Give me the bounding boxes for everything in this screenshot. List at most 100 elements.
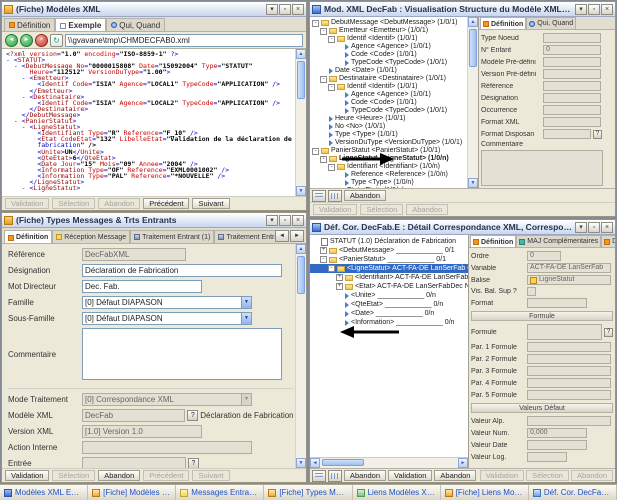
scroll-up-icon[interactable]: ▲ (468, 17, 478, 27)
tree-node-heure-heure-1-0-1[interactable]: Heure <Heure> (1/0/1) (310, 115, 467, 123)
tree-node-qteetat-0-n[interactable]: <QteEtat> ____________ 0/n (310, 300, 468, 309)
tree-horizontal-scrollbar[interactable]: ◄ ► (310, 457, 468, 468)
tree-collapse-icon[interactable]: - (328, 164, 335, 171)
panel-menu-button[interactable]: ▾ (575, 222, 587, 233)
tab-maj-complementaires[interactable]: MAJ Complémentaires (516, 235, 601, 247)
tree-node-versiondutype-versiondutype-1-0-1[interactable]: VersionDuType <VersionDuType> (1/0/1) (310, 139, 467, 147)
tree-collapse-icon[interactable]: - (328, 84, 335, 91)
form-vertical-scrollbar[interactable]: ▲ ▼ (295, 244, 306, 468)
validation-button[interactable]: Validation (388, 470, 432, 481)
tree-collapse-icon[interactable]: - (328, 36, 335, 43)
tree-expand-icon[interactable]: + (336, 274, 343, 281)
scrollbar-track[interactable] (320, 458, 458, 468)
field-commentaire[interactable] (82, 328, 282, 380)
tree-node-statut-1-0-declaration-de-fabrication[interactable]: STATUT (1.0) Déclaration de Fabrication (310, 237, 468, 246)
precedent-button[interactable]: Précédent (143, 198, 189, 209)
tree-node-emetteur-emetteur-1-0-1[interactable]: -Emetteur <Emetteur> (1/0/1) (310, 27, 467, 35)
tab-qui-quand[interactable]: Qui, Quand (526, 17, 576, 29)
help-button[interactable]: ? (604, 328, 613, 337)
tree-collapse-icon[interactable]: - (320, 156, 327, 163)
tree-expand-icon[interactable]: + (336, 283, 343, 290)
scroll-up-icon[interactable]: ▲ (296, 49, 306, 59)
scroll-left-icon[interactable]: ◄ (310, 458, 320, 468)
tree-expand-icon[interactable]: + (320, 247, 327, 254)
tab-definition[interactable]: Définition (4, 18, 55, 31)
panel-menu-button[interactable]: ▾ (266, 4, 278, 15)
scroll-down-icon[interactable]: ▼ (468, 178, 478, 188)
abandon-button[interactable]: Abandon (98, 470, 140, 481)
abandon-button[interactable]: Abandon (344, 190, 386, 201)
tree-node-lignestatut-lignestatut-1-0-n[interactable]: -LigneStatut <LigneStatut> (1/0/n) (310, 155, 467, 163)
tree-node-debutmessage-debutmessage-1-0-1[interactable]: -DebutMessage <DebutMessage> (1/0/1) (310, 19, 467, 27)
tree-collapse-icon[interactable]: - (320, 76, 327, 83)
scroll-right-icon[interactable]: ► (458, 458, 468, 468)
scrollbar-track[interactable] (468, 27, 478, 178)
scrollbar-track[interactable] (296, 254, 306, 458)
panel-close-button[interactable]: × (292, 4, 304, 15)
tree-node-etat-act-fa-de-lanserfabdec-n-0-n[interactable]: +<Etat> ACT-FA-DE LanSerFabDec N __ 0/n (310, 282, 468, 291)
tree-node-identifiant-identifiant-1-0-n[interactable]: -Identifiant <Identifiant> (1/0/n) (310, 163, 467, 171)
tree-node-panierstatut-panierstatut-1-0-1[interactable]: -PanierStatut <PanierStatut> (1/0/1) (310, 147, 467, 155)
refresh-button[interactable]: ↻ (50, 34, 63, 47)
tree-node-reference-reference-1-0-n[interactable]: Reference <Reference> (1/0/n) (310, 171, 467, 179)
panel-close-button[interactable]: × (601, 4, 613, 15)
xml-vertical-scrollbar[interactable]: ▲ ▼ (295, 49, 306, 196)
tree-node-typecode-typecode-1-0-1[interactable]: TypeCode <TypeCode> (1/0/1) (310, 59, 467, 67)
tree-collapse-icon[interactable]: - (320, 256, 327, 263)
field-designation[interactable]: Déclaration de Fabrication (82, 264, 282, 277)
taskbar-item-liens-modeles-xml-list[interactable]: Liens Modèles XML : List... (353, 485, 441, 500)
panel-menu-button[interactable]: ▾ (575, 4, 587, 15)
scrollbar-thumb[interactable] (297, 61, 305, 99)
taskbar-item-fiche-liens-modeles-xml[interactable]: [Fiche] Liens Modèles XML (441, 485, 529, 500)
expand-all-icon[interactable] (312, 470, 326, 482)
tree-node-destinataire-destinataire-1-0-1[interactable]: -Destinataire <Destinataire> (1/0/1) (310, 75, 467, 83)
tree-node-date-0-n[interactable]: <Date> ____________ 0/n (310, 309, 468, 318)
collapse-all-icon[interactable] (328, 190, 342, 202)
field-mot-directeur[interactable]: Dec. Fab. (82, 280, 202, 293)
panel-float-button[interactable]: ▫ (588, 222, 600, 233)
tree-node-identif-identif-1-0-1[interactable]: -Identif <Identif> (1/0/1) (310, 35, 467, 43)
tree-node-type-type-1-0-1[interactable]: Type <Type> (1/0/1) (310, 131, 467, 139)
panel-float-button[interactable]: ▫ (279, 4, 291, 15)
tab-traitement-entrant-1[interactable]: Traitement Entrant (1) (130, 230, 214, 243)
tree-node-identifiant-act-fa-de-lanserfab0-c-0-n[interactable]: +<Identifiant> ACT-FA-DE LanSerFab0.. C … (310, 273, 468, 282)
tab-scroll-right-icon[interactable]: ► (290, 230, 304, 242)
tree-node-no-no-1-0-1[interactable]: No <No> (1/0/1) (310, 123, 467, 131)
panel-menu-button[interactable]: ▾ (266, 215, 278, 226)
field-sous-famille[interactable]: [0] Défaut DIAPASON▼ (82, 312, 252, 325)
tree-node-identif-identif-1-0-1[interactable]: -Identif <Identif> (1/0/1) (310, 83, 467, 91)
back-button[interactable]: ◄ (5, 34, 18, 47)
abandon-button[interactable]: Abandon (434, 470, 476, 481)
tab-exemple[interactable]: Exemple (55, 18, 106, 31)
tree-node-typecode-typecode-1-0-1[interactable]: TypeCode <TypeCode> (1/0/1) (310, 107, 467, 115)
tab-definition[interactable]: Définition (470, 235, 516, 248)
suivant-button[interactable]: Suivant (192, 198, 229, 209)
tree-node-lignestatut-act-fa-de-lanserfab-c-0-n[interactable]: -<LigneStatut> ACT-FA-DE LanSerFab C __ … (310, 264, 468, 273)
tab-qui-quand[interactable]: Qui, Quand (106, 18, 165, 31)
panel-float-button[interactable]: ▫ (588, 4, 600, 15)
dropdown-arrow-icon[interactable]: ▼ (241, 313, 251, 324)
tab-definition[interactable]: Définition (4, 230, 52, 243)
panel-float-button[interactable]: ▫ (279, 215, 291, 226)
scrollbar-thumb[interactable] (469, 29, 477, 67)
tree-collapse-icon[interactable]: - (312, 148, 319, 155)
dropdown-arrow-icon[interactable]: ▼ (241, 297, 251, 308)
tab-reception-message[interactable]: Réception Message (52, 230, 130, 243)
tree-collapse-icon[interactable]: - (312, 20, 319, 27)
tree-node-agence-agence-1-0-1[interactable]: Agence <Agence> (1/0/1) (310, 43, 467, 51)
help-button[interactable]: ? (188, 458, 199, 468)
scroll-up-icon[interactable]: ▲ (296, 244, 306, 254)
tab-scroll-left-icon[interactable]: ◄ (275, 230, 289, 242)
scrollbar-thumb[interactable] (322, 459, 364, 466)
taskbar-item-modeles-xml-exploit-m[interactable]: Modèles XML Exploit. M... (0, 485, 88, 500)
tree-node-unite-0-n[interactable]: <Unite> ____________ 0/n (310, 291, 468, 300)
taskbar-item-def-cor-decfab-e-det[interactable]: Déf. Cor. DecFab.E : Dét... (529, 485, 617, 500)
scroll-down-icon[interactable]: ▼ (296, 458, 306, 468)
tab-definition-balises[interactable]: Définition Balises (601, 235, 615, 247)
tree-node-debutmessage-0-1[interactable]: +<DebutMessage> ____________ 0/1 (310, 246, 468, 255)
forward-button[interactable]: ► (20, 34, 33, 47)
help-button[interactable]: ? (593, 130, 602, 139)
tree-collapse-icon[interactable]: - (320, 28, 327, 35)
tab-definition[interactable]: Définition (480, 17, 526, 30)
help-button[interactable]: ? (187, 410, 198, 421)
